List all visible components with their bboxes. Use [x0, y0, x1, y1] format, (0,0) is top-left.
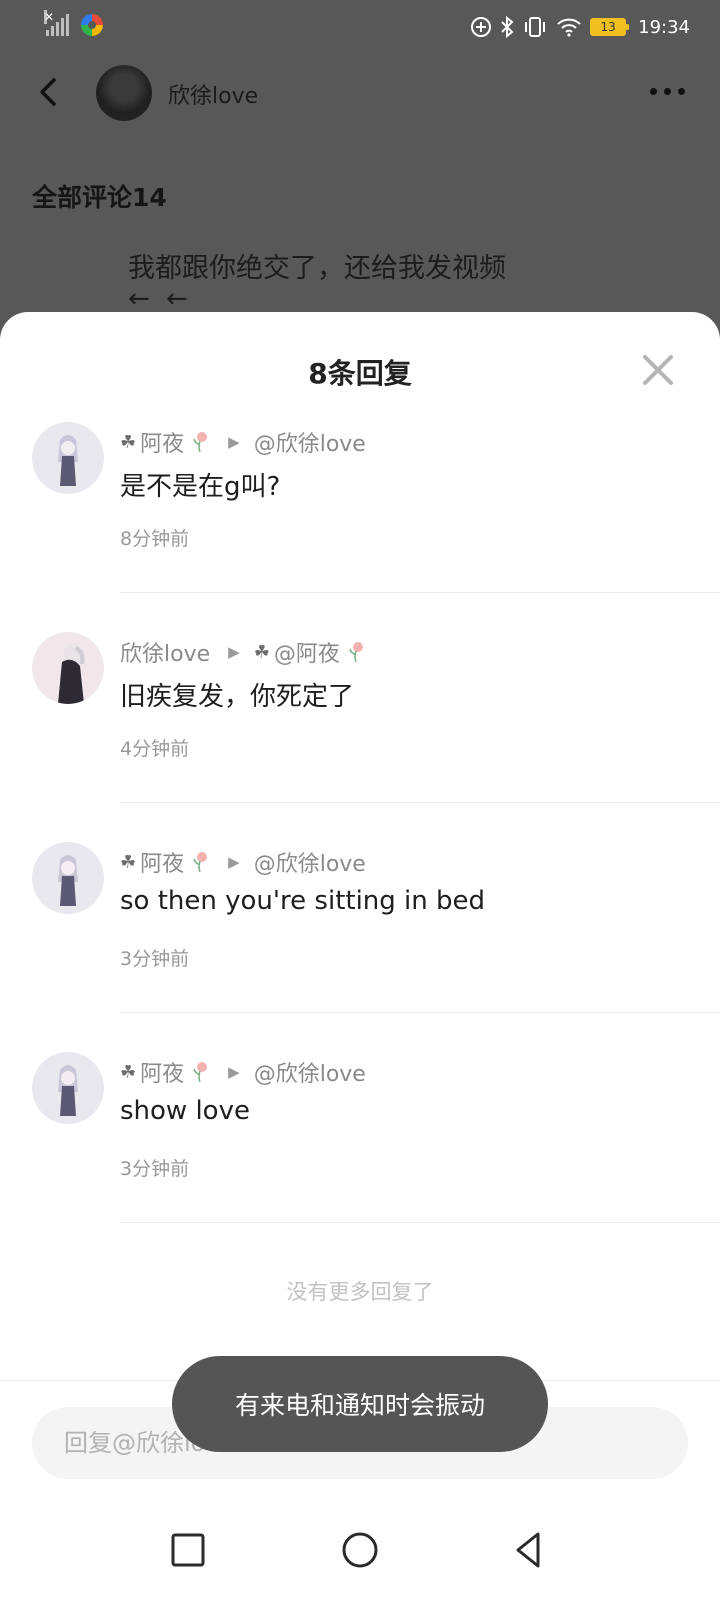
wifi-icon: [557, 18, 581, 37]
play-triangle-icon: ▶: [228, 1063, 240, 1081]
reply-target[interactable]: @阿夜: [274, 636, 340, 668]
no-more-replies: 没有更多回复了: [286, 1280, 434, 1304]
system-nav-bar: [0, 1500, 720, 1600]
app-notification-icon: [81, 14, 103, 36]
clover-icon: ☘: [120, 431, 137, 453]
reply-meta: ☘ 阿夜 ▶ @欣徐love: [120, 1056, 366, 1088]
clover-icon: ☘: [253, 641, 270, 663]
reply-time: 4分钟前: [120, 738, 190, 760]
reply-author[interactable]: 阿夜: [140, 1056, 184, 1088]
data-saver-icon: [471, 17, 492, 37]
bluetooth-icon: [501, 16, 514, 38]
divider: [120, 802, 720, 803]
play-triangle-icon: ▶: [228, 853, 240, 871]
reply-target[interactable]: @欣徐love: [254, 426, 366, 458]
avatar[interactable]: [32, 842, 104, 914]
flower-icon: [193, 1062, 208, 1083]
more-button[interactable]: [650, 78, 694, 104]
reply-author[interactable]: 阿夜: [140, 846, 184, 878]
clover-icon: ☘: [120, 1061, 137, 1083]
reply-text[interactable]: 旧疾复发，你死定了: [120, 676, 354, 713]
reply-time: 8分钟前: [120, 528, 190, 550]
status-bar: ✕ 13 19:34: [0, 0, 720, 58]
avatar[interactable]: [32, 1052, 104, 1124]
divider: [120, 1012, 720, 1013]
signal-icon: ✕: [44, 10, 69, 36]
reply-item: ☘ 阿夜 ▶ @欣徐love 是不是在g叫? 8分钟前: [0, 422, 720, 636]
reply-target[interactable]: @欣徐love: [254, 846, 366, 878]
vibrate-icon: [525, 17, 546, 37]
flower-icon: [193, 432, 208, 453]
top-bar: 欣徐love: [0, 58, 720, 128]
reply-item: ☘ 阿夜 ▶ @欣徐love show love 3分钟前: [0, 1052, 720, 1266]
back-arrow-icon: [40, 78, 56, 106]
flower-icon: [193, 852, 208, 873]
reply-text[interactable]: so then you're sitting in bed: [120, 886, 485, 916]
avatar[interactable]: [32, 632, 104, 704]
flower-icon: [349, 642, 363, 663]
status-time: 19:34: [638, 16, 690, 38]
back-nav-button[interactable]: [508, 1528, 552, 1572]
divider: [120, 592, 720, 593]
divider: [120, 1222, 720, 1223]
play-triangle-icon: ▶: [228, 643, 240, 661]
comments-heading: 全部评论14: [32, 183, 167, 212]
recent-apps-button[interactable]: [166, 1528, 210, 1572]
username[interactable]: 欣徐love: [168, 78, 258, 110]
reply-item: ☘ 阿夜 ▶ @欣徐love so then you're sitting in…: [0, 842, 720, 1056]
reply-target[interactable]: @欣徐love: [254, 1056, 366, 1088]
comment-emoji: ← ←: [128, 284, 192, 314]
comment-text: 我都跟你绝交了，还给我发视频: [128, 253, 506, 284]
sheet-title: 8条回复: [308, 357, 412, 390]
play-triangle-icon: ▶: [228, 433, 240, 451]
avatar[interactable]: [32, 422, 104, 494]
close-button[interactable]: [642, 354, 674, 386]
battery-icon: 13: [590, 18, 630, 36]
reply-text[interactable]: show love: [120, 1096, 250, 1126]
circle-nav-icon: [342, 1532, 378, 1568]
reply-meta: ☘ 阿夜 ▶ @欣徐love: [120, 846, 366, 878]
more-dots-icon: [650, 87, 657, 95]
square-nav-icon: [171, 1533, 205, 1567]
close-icon: [643, 355, 673, 385]
toast-message: 有来电和通知时会振动: [172, 1356, 548, 1452]
reply-time: 3分钟前: [120, 948, 190, 970]
reply-meta: 欣徐love ▶ ☘ @阿夜: [120, 636, 366, 668]
reply-text[interactable]: 是不是在g叫?: [120, 466, 280, 503]
user-avatar[interactable]: [96, 65, 152, 121]
reply-time: 3分钟前: [120, 1158, 190, 1180]
home-button[interactable]: [338, 1528, 382, 1572]
triangle-back-nav-icon: [516, 1532, 540, 1568]
reply-item: 欣徐love ▶ ☘ @阿夜 旧疾复发，你死定了 4分钟前: [0, 632, 720, 846]
reply-author[interactable]: 欣徐love: [120, 636, 210, 668]
back-button[interactable]: [30, 72, 70, 112]
reply-meta: ☘ 阿夜 ▶ @欣徐love: [120, 426, 366, 458]
reply-author[interactable]: 阿夜: [140, 426, 184, 458]
clover-icon: ☘: [120, 851, 137, 873]
